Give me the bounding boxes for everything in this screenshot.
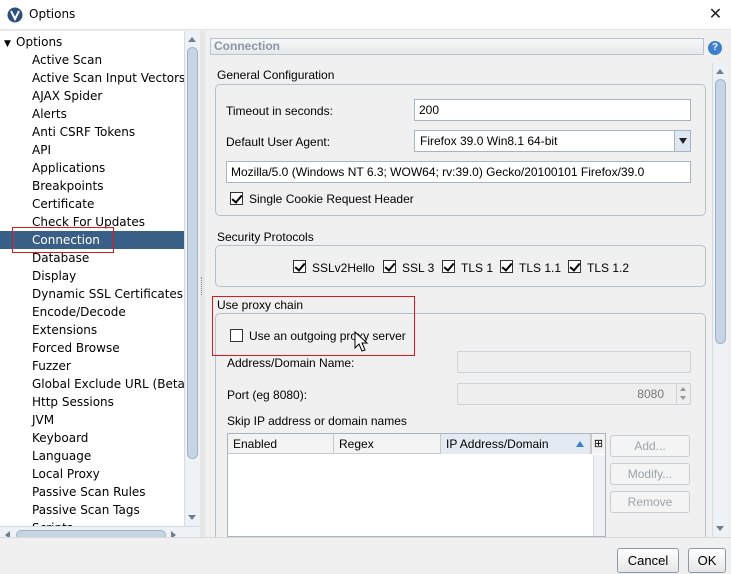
cancel-button[interactable]: Cancel <box>617 548 679 573</box>
column-ip-address-domain[interactable]: IP Address/Domain <box>441 434 591 454</box>
scroll-down-arrow-icon[interactable] <box>188 515 196 520</box>
tree-item-http-sessions[interactable]: Http Sessions <box>0 393 184 411</box>
highlight-box-proxy-chain <box>212 296 415 356</box>
spinner-up-icon[interactable] <box>680 387 686 391</box>
timeout-input[interactable]: 200 <box>414 99 691 121</box>
tree-root-label: Options <box>16 35 63 49</box>
timeout-label: Timeout in seconds: <box>226 104 333 118</box>
ok-button[interactable]: OK <box>688 548 726 573</box>
scroll-thumb[interactable] <box>715 79 726 344</box>
tree-item-display[interactable]: Display <box>0 267 184 285</box>
skip-addresses-label: Skip IP address or domain names <box>227 414 407 428</box>
ssl3-label: SSL 3 <box>402 261 435 275</box>
close-button[interactable]: ✕ <box>700 0 731 30</box>
help-icon[interactable]: ? <box>708 41 722 55</box>
tree-item-forced-browse[interactable]: Forced Browse <box>0 339 184 357</box>
general-config-title: General Configuration <box>217 68 335 82</box>
tls1-checkbox[interactable] <box>442 260 455 273</box>
port-spinner[interactable]: 8080 <box>457 383 691 405</box>
tree-item-keyboard[interactable]: Keyboard <box>0 429 184 447</box>
add-button[interactable]: Add... <box>610 435 690 457</box>
tree-item-breakpoints[interactable]: Breakpoints <box>0 177 184 195</box>
address-label: Address/Domain Name: <box>227 356 355 370</box>
dialog-button-bar: Cancel OK <box>0 537 731 574</box>
tree-item-dynamic-ssl-certificates[interactable]: Dynamic SSL Certificates <box>0 285 184 303</box>
tree-root[interactable]: ▼ Options <box>4 33 62 51</box>
tree-items: Active Scan Active Scan Input Vectors AJAX… <box>0 51 184 526</box>
tree-item-active-scan-input-vectors[interactable]: Active Scan Input Vectors <box>0 69 184 87</box>
tree-item-applications[interactable]: Applications <box>0 159 184 177</box>
single-cookie-checkbox[interactable] <box>230 192 243 205</box>
tree-item-passive-scan-rules[interactable]: Passive Scan Rules <box>0 483 184 501</box>
skip-addresses-table[interactable]: Enabled Regex IP Address/Domain ⊞ <box>227 433 606 537</box>
tree-item-jvm[interactable]: JVM <box>0 411 184 429</box>
options-tree: ▼ Options Active Scan Active Scan Input Ve… <box>0 31 184 526</box>
divider-grip[interactable] <box>201 277 203 295</box>
tree-item-active-scan[interactable]: Active Scan <box>0 51 184 69</box>
scroll-thumb[interactable] <box>187 47 198 459</box>
tree-item-alerts[interactable]: Alerts <box>0 105 184 123</box>
port-label: Port (eg 8080): <box>227 388 308 402</box>
table-scrollbar[interactable] <box>593 455 605 536</box>
column-ip-address-domain-label: IP Address/Domain <box>446 437 549 451</box>
scroll-up-arrow-icon[interactable] <box>188 37 196 42</box>
tree-item-extensions[interactable]: Extensions <box>0 321 184 339</box>
remove-button[interactable]: Remove <box>610 491 690 513</box>
table-header: Enabled Regex IP Address/Domain ⊞ <box>228 434 605 454</box>
user-agent-string-input[interactable]: Mozilla/5.0 (Windows NT 6.3; WOW64; rv:3… <box>226 161 691 183</box>
column-enabled[interactable]: Enabled <box>228 434 334 454</box>
column-regex[interactable]: Regex <box>334 434 441 454</box>
tree-item-anti-csrf-tokens[interactable]: Anti CSRF Tokens <box>0 123 184 141</box>
tls11-checkbox[interactable] <box>500 260 513 273</box>
security-protocols-title: Security Protocols <box>217 230 314 244</box>
column-control-icon[interactable]: ⊞ <box>591 434 605 454</box>
tls12-checkbox[interactable] <box>568 260 581 273</box>
chevron-down-icon[interactable] <box>674 131 690 151</box>
tls11-label: TLS 1.1 <box>519 261 562 275</box>
modify-button[interactable]: Modify... <box>610 463 690 485</box>
address-input[interactable] <box>457 351 691 373</box>
spinner-buttons[interactable] <box>676 384 690 404</box>
spinner-down-icon[interactable] <box>680 396 686 400</box>
user-agent-select[interactable]: Firefox 39.0 Win8.1 64-bit <box>414 130 691 152</box>
sort-ascending-icon <box>576 441 584 447</box>
tree-item-api[interactable]: API <box>0 141 184 159</box>
sslv2hello-checkbox[interactable] <box>293 260 306 273</box>
scroll-down-arrow-icon[interactable] <box>716 526 724 531</box>
sslv2hello-label: SSLv2Hello <box>312 261 375 275</box>
tree-item-fuzzer[interactable]: Fuzzer <box>0 357 184 375</box>
title-bar: Options ✕ <box>0 0 731 30</box>
mouse-pointer-icon <box>354 331 369 352</box>
zap-logo-icon <box>7 7 23 23</box>
panel-vertical-scrollbar[interactable] <box>712 63 728 537</box>
highlight-box-connection <box>12 227 114 253</box>
tree-item-passive-scan-tags[interactable]: Passive Scan Tags <box>0 501 184 519</box>
tree-item-certificate[interactable]: Certificate <box>0 195 184 213</box>
single-cookie-label: Single Cookie Request Header <box>249 192 414 206</box>
user-agent-label: Default User Agent: <box>226 135 331 149</box>
port-value: 8080 <box>637 387 664 401</box>
user-agent-selected: Firefox 39.0 Win8.1 64-bit <box>420 134 558 148</box>
tree-item-ajax-spider[interactable]: AJAX Spider <box>0 87 184 105</box>
tls1-label: TLS 1 <box>461 261 494 275</box>
tree-vertical-scrollbar[interactable] <box>184 31 200 526</box>
tls12-label: TLS 1.2 <box>587 261 630 275</box>
options-tree-panel: ▼ Options Active Scan Active Scan Input Ve… <box>0 31 200 543</box>
tree-item-language[interactable]: Language <box>0 447 184 465</box>
window-title: Options <box>29 7 76 21</box>
tree-item-global-exclude-url-beta[interactable]: Global Exclude URL (Beta) <box>0 375 184 393</box>
tree-item-scripts[interactable]: Scripts <box>0 519 184 526</box>
ssl3-checkbox[interactable] <box>383 260 396 273</box>
connection-panel: Connection ? General Configuration Timeo… <box>205 31 731 553</box>
panel-header: Connection <box>210 38 704 55</box>
scroll-up-arrow-icon[interactable] <box>716 69 724 74</box>
tree-item-encode-decode[interactable]: Encode/Decode <box>0 303 184 321</box>
tree-item-local-proxy[interactable]: Local Proxy <box>0 465 184 483</box>
